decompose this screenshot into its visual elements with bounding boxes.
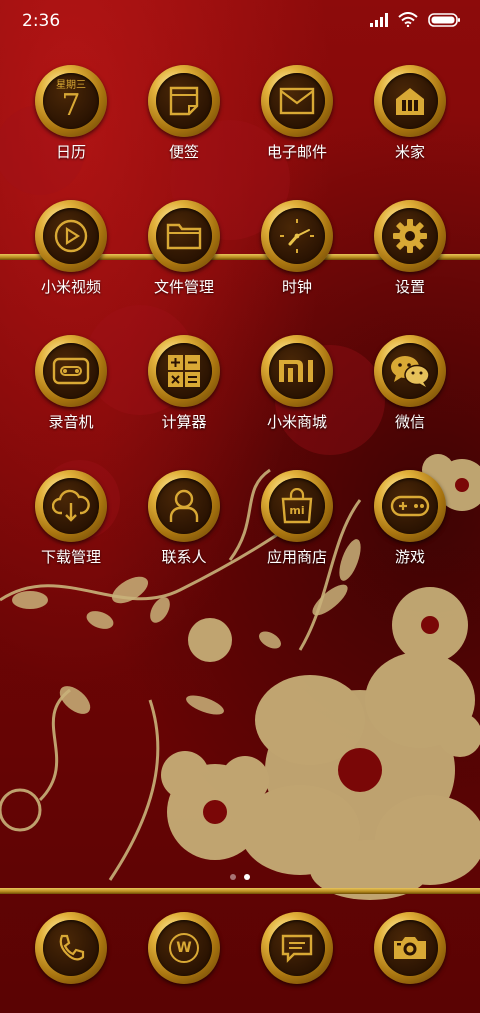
- app-label: 文件管理: [153, 278, 214, 296]
- app-wechat[interactable]: 微信: [355, 335, 465, 465]
- app-email[interactable]: 电子邮件: [242, 65, 352, 195]
- app-notes[interactable]: 便签: [129, 65, 239, 195]
- dock-browser[interactable]: W: [129, 912, 239, 992]
- mi-store-icon: [279, 360, 313, 382]
- page-dot[interactable]: [230, 874, 236, 880]
- app-settings[interactable]: 设置: [355, 200, 465, 330]
- cloud-download-icon: [52, 489, 90, 522]
- dock-camera[interactable]: [355, 912, 465, 992]
- dock: W: [0, 910, 480, 990]
- app-label: 游戏: [394, 548, 425, 566]
- app-label: 时钟: [281, 278, 312, 296]
- calculator-icon: [168, 355, 200, 387]
- status-bar: 2:36: [0, 0, 480, 44]
- wechat-icon: [391, 356, 430, 387]
- app-label: 小米视频: [40, 278, 101, 296]
- app-games[interactable]: 游戏: [355, 470, 465, 600]
- phone-icon: [59, 934, 85, 961]
- dock-phone[interactable]: [16, 912, 126, 992]
- calendar-day: 7: [61, 88, 81, 123]
- shopping-bag-icon: mi: [280, 488, 314, 524]
- mail-icon: [279, 87, 315, 115]
- app-label: 设置: [394, 278, 425, 296]
- camera-icon: [394, 937, 426, 959]
- browser-mark: W: [176, 940, 192, 956]
- app-recorder[interactable]: 录音机: [16, 335, 126, 465]
- app-label: 下载管理: [40, 548, 101, 566]
- page-dot-active[interactable]: [244, 874, 250, 880]
- app-calculator[interactable]: 计算器: [129, 335, 239, 465]
- app-store-mark: mi: [289, 504, 305, 517]
- browser-w-icon: W: [169, 933, 199, 963]
- gamepad-icon: [390, 495, 430, 517]
- cassette-icon: [52, 357, 90, 385]
- status-time: 2:36: [22, 11, 61, 31]
- app-mi-video[interactable]: 小米视频: [16, 200, 126, 330]
- signal-icon: [370, 12, 388, 27]
- app-mi-store[interactable]: 小米商城: [242, 335, 352, 465]
- calendar-icon: 星期三 7: [56, 81, 86, 121]
- wifi-icon: [398, 12, 418, 27]
- mijia-home-icon: [396, 88, 424, 115]
- app-label: 小米商城: [266, 413, 327, 431]
- app-label: 计算器: [161, 413, 207, 431]
- app-download-manager[interactable]: 下载管理: [16, 470, 126, 600]
- dock-messages[interactable]: [242, 912, 352, 992]
- app-clock[interactable]: 时钟: [242, 200, 352, 330]
- gold-divider-bottom: [0, 888, 480, 894]
- clock-icon: [280, 219, 314, 253]
- app-contacts[interactable]: 联系人: [129, 470, 239, 600]
- app-label: 微信: [394, 413, 425, 431]
- app-label: 电子邮件: [266, 143, 327, 161]
- battery-icon: [428, 12, 460, 27]
- app-label: 联系人: [161, 548, 207, 566]
- app-app-store[interactable]: mi 应用商店: [242, 470, 352, 600]
- app-label: 应用商店: [266, 548, 327, 566]
- page-indicator: [0, 874, 480, 880]
- contact-person-icon: [169, 489, 199, 522]
- video-play-icon: [54, 219, 88, 253]
- app-label: 日历: [55, 143, 86, 161]
- notes-icon: [169, 86, 199, 116]
- app-calendar[interactable]: 星期三 7 日历: [16, 65, 126, 195]
- app-label: 录音机: [48, 413, 94, 431]
- folder-icon: [166, 223, 202, 250]
- app-label: 米家: [394, 143, 425, 161]
- app-mijia[interactable]: 米家: [355, 65, 465, 195]
- app-label: 便签: [168, 143, 199, 161]
- message-bubble-icon: [281, 934, 313, 963]
- status-icons: [370, 12, 460, 27]
- app-file-manager[interactable]: 文件管理: [129, 200, 239, 330]
- gear-icon: [393, 219, 427, 253]
